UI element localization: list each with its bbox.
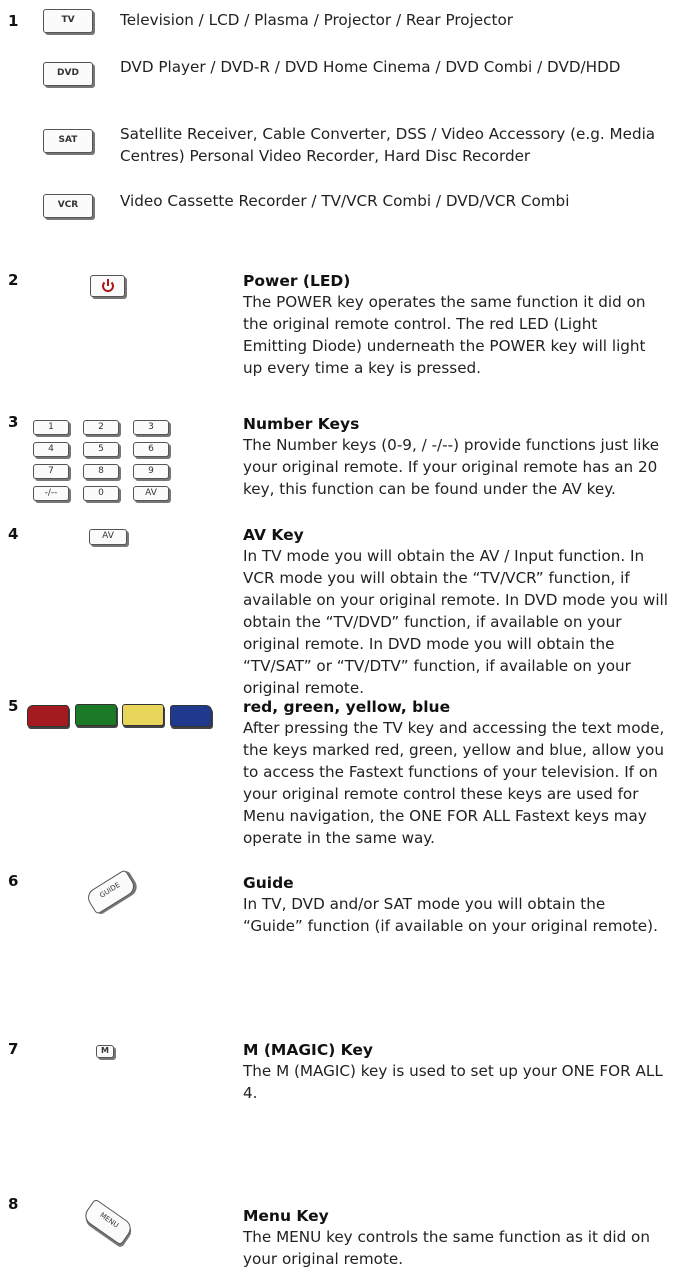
power-icon xyxy=(101,279,114,292)
green-key xyxy=(75,704,117,726)
vcr-key: VCR xyxy=(43,194,93,218)
key-4: 4 xyxy=(33,442,69,457)
sat-key: SAT xyxy=(43,129,93,153)
key-2: 2 xyxy=(83,420,119,435)
section-number-1: 1 xyxy=(8,12,19,30)
section4-title: AV Key xyxy=(243,526,304,544)
section-number-3: 3 xyxy=(8,413,19,431)
section5-text: After pressing the TV key and accessing … xyxy=(243,719,665,847)
key-1: 1 xyxy=(33,420,69,435)
key-9: 9 xyxy=(133,464,169,479)
dvd-device-description: DVD Player / DVD-R / DVD Home Cinema / D… xyxy=(120,58,621,76)
section7-title: M (MAGIC) Key xyxy=(243,1041,374,1059)
section2-text: The POWER key operates the same function… xyxy=(243,293,646,377)
section3-title: Number Keys xyxy=(243,415,360,433)
section8-title: Menu Key xyxy=(243,1207,329,1225)
yellow-key xyxy=(122,704,164,726)
section-number-4: 4 xyxy=(8,525,19,543)
menu-key: MENU xyxy=(81,1198,135,1246)
section-number-2: 2 xyxy=(8,271,19,289)
key-8: 8 xyxy=(83,464,119,479)
sat-device-description: Satellite Receiver, Cable Converter, DSS… xyxy=(120,125,656,165)
dvd-key: DVD xyxy=(43,62,93,86)
key-dash: -/-- xyxy=(33,486,69,501)
section-number-8: 8 xyxy=(8,1195,19,1213)
section-number-7: 7 xyxy=(8,1040,19,1058)
section-number-5: 5 xyxy=(8,697,19,715)
key-av-keypad: AV xyxy=(133,486,169,501)
magic-key: M xyxy=(96,1045,114,1058)
key-7: 7 xyxy=(33,464,69,479)
section3-text: The Number keys (0-9, / -/--) provide fu… xyxy=(243,436,660,498)
key-0: 0 xyxy=(83,486,119,501)
section6-title: Guide xyxy=(243,874,294,892)
key-3: 3 xyxy=(133,420,169,435)
key-6: 6 xyxy=(133,442,169,457)
power-key xyxy=(90,275,125,297)
section5-title: red, green, yellow, blue xyxy=(243,698,451,716)
blue-key xyxy=(170,705,212,727)
key-5: 5 xyxy=(83,442,119,457)
guide-key: GUIDE xyxy=(84,869,138,915)
red-key xyxy=(27,705,69,727)
tv-key: TV xyxy=(43,9,93,33)
section4-text: In TV mode you will obtain the AV / Inpu… xyxy=(243,547,668,697)
number-keypad: 1 2 3 4 5 6 7 8 9 -/-- 0 AV xyxy=(33,420,181,510)
section8-text: The MENU key controls the same function … xyxy=(243,1228,650,1268)
section2-title: Power (LED) xyxy=(243,272,351,290)
section6-text: In TV, DVD and/or SAT mode you will obta… xyxy=(243,895,658,935)
section7-text: The M (MAGIC) key is used to set up your… xyxy=(243,1062,663,1102)
av-key: AV xyxy=(89,529,127,545)
vcr-device-description: Video Cassette Recorder / TV/VCR Combi /… xyxy=(120,192,570,210)
tv-device-description: Television / LCD / Plasma / Projector / … xyxy=(120,11,513,29)
section-number-6: 6 xyxy=(8,872,19,890)
